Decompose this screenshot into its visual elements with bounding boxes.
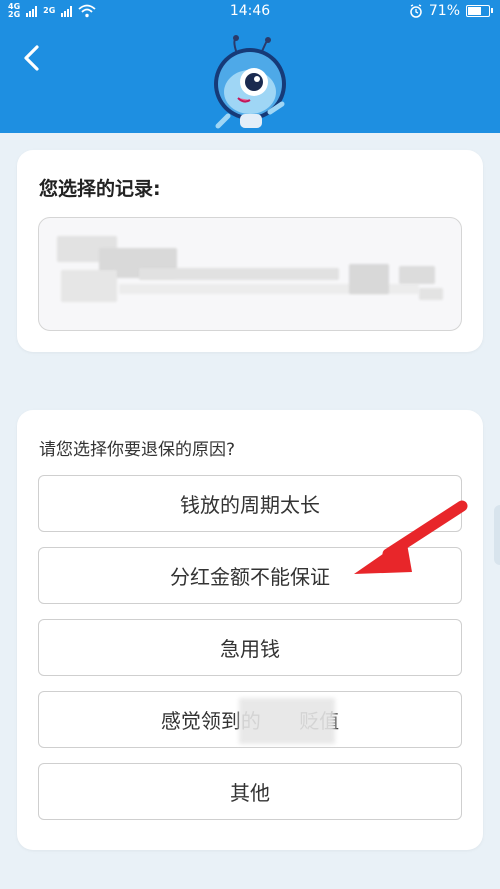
edge-handle	[494, 505, 500, 565]
reason-option-label: 分红金额不能保证	[170, 565, 330, 589]
redacted-record	[399, 266, 435, 284]
reason-option-urgent-money[interactable]: 急用钱	[38, 619, 462, 676]
reason-option-label: 其他	[230, 781, 270, 805]
redacted-record	[419, 288, 443, 300]
alarm-icon	[410, 4, 422, 18]
reason-option-other[interactable]: 其他	[38, 763, 462, 820]
redacted-record	[349, 264, 389, 294]
battery-level	[468, 7, 481, 15]
reason-option-period-too-long[interactable]: 钱放的周期太长	[38, 475, 462, 532]
reason-option-label: 急用钱	[220, 637, 280, 661]
battery-icon	[466, 5, 493, 17]
app-header: 4G 2G 2G 14:46 71%	[0, 0, 500, 133]
reason-card: 请您选择你要退保的原因? 钱放的周期太长 分红金额不能保证 急用钱 感觉领到的 …	[17, 410, 483, 850]
battery-percent: 71%	[428, 3, 460, 19]
chevron-left-icon[interactable]	[20, 44, 44, 72]
reason-option-depreciation[interactable]: 感觉领到的 贬值	[38, 691, 462, 748]
redacted-record	[61, 270, 117, 302]
record-card: 您选择的记录:	[17, 150, 483, 352]
reason-prompt: 请您选择你要退保的原因?	[39, 440, 236, 460]
ant-mascot-icon	[214, 35, 286, 129]
status-bar: 4G 2G 2G 14:46 71%	[0, 0, 500, 24]
reason-option-dividend-not-guaranteed[interactable]: 分红金额不能保证	[38, 547, 462, 604]
reason-option-label: 钱放的周期太长	[180, 493, 320, 517]
redacted-text	[239, 698, 335, 744]
redacted-record	[139, 268, 339, 280]
status-right: 71%	[409, 3, 493, 19]
record-card-title: 您选择的记录:	[39, 178, 161, 200]
record-box	[38, 217, 462, 331]
